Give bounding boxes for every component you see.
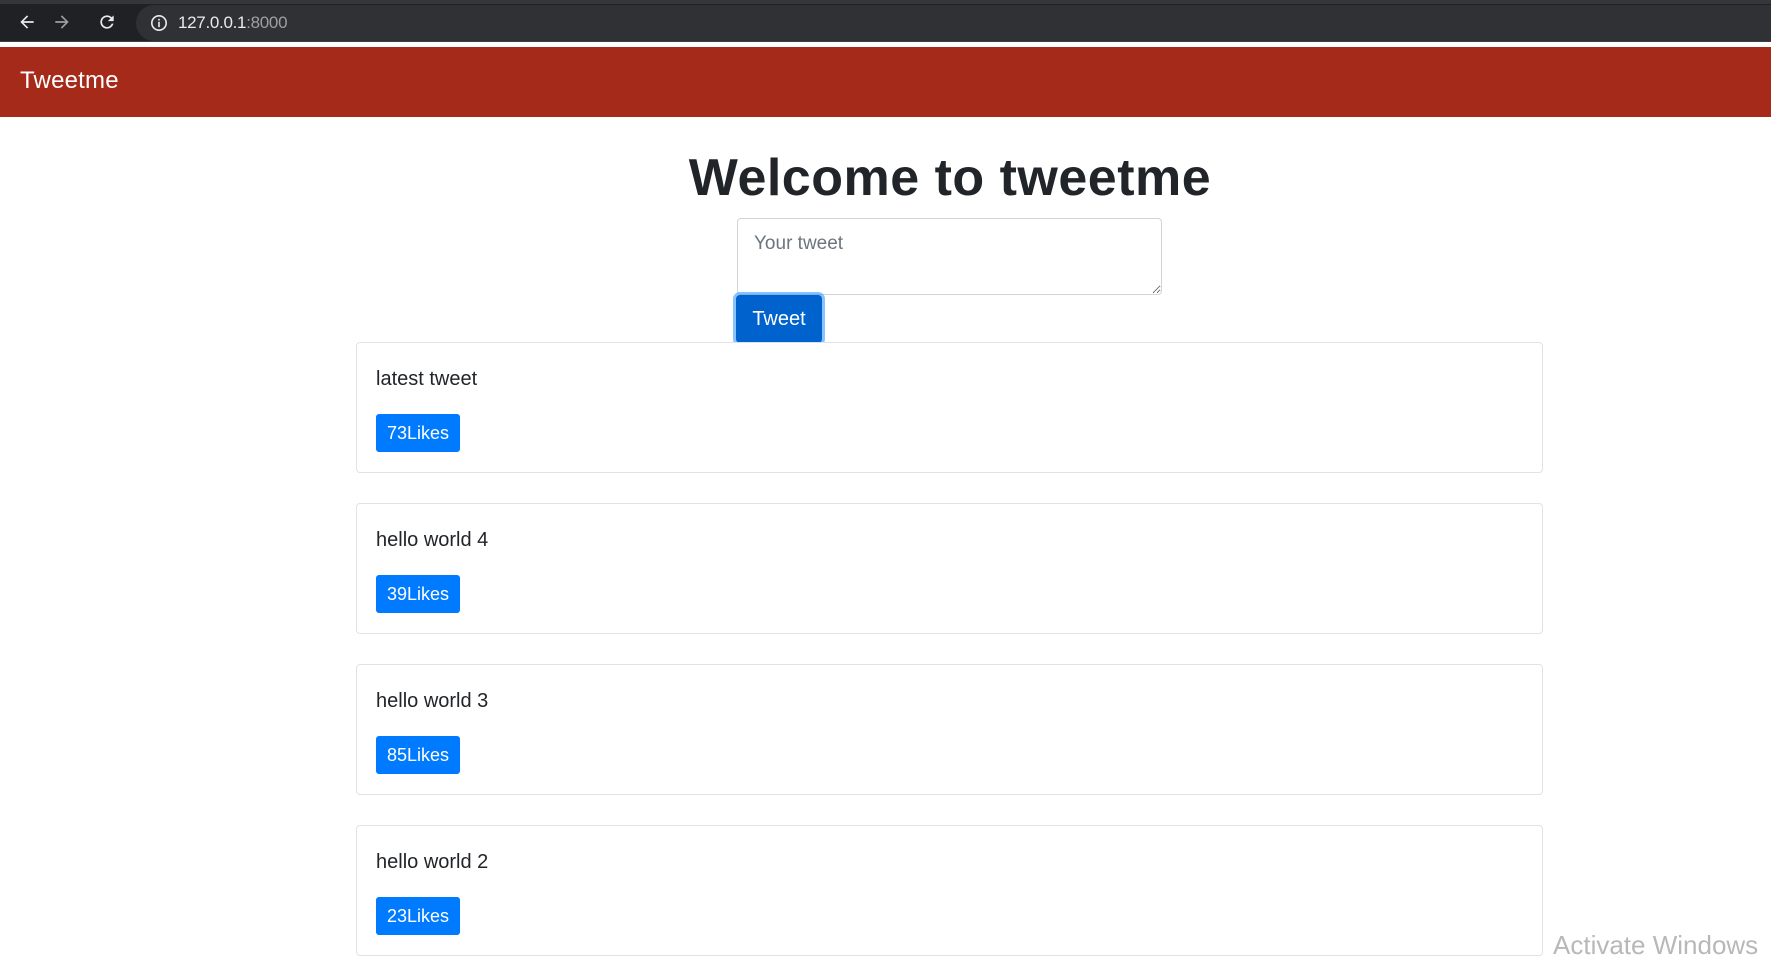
tweet-content: latest tweet xyxy=(376,368,478,390)
info-icon[interactable] xyxy=(150,14,168,32)
navbar-brand[interactable]: Tweetme xyxy=(20,67,119,95)
tweet-card: hello world 4 39Likes xyxy=(356,503,1543,634)
tweet-content: hello world 4 xyxy=(376,529,489,551)
tweet-card: latest tweet 73Likes xyxy=(356,342,1543,473)
page: 127.0.0.1:8000 Tweetme Welcome to tweetm… xyxy=(0,0,1771,956)
tweet-card: hello world 2 23Likes xyxy=(356,825,1543,956)
like-button[interactable]: 23Likes xyxy=(376,897,461,935)
url-host: 127.0.0.1 xyxy=(178,13,247,32)
tweet-button[interactable]: Tweet xyxy=(736,295,822,343)
tweet-content: hello world 2 xyxy=(376,851,489,873)
browser-toolbar: 127.0.0.1:8000 xyxy=(0,0,1771,42)
url-text: 127.0.0.1:8000 xyxy=(178,13,288,33)
tweet-feed: latest tweet 73Likes hello world 4 39Lik… xyxy=(356,342,1543,956)
tweet-input[interactable] xyxy=(737,218,1162,295)
activate-windows-watermark: Activate Windows xyxy=(1553,930,1759,956)
forward-arrow-icon[interactable] xyxy=(49,9,75,35)
tweet-content: hello world 3 xyxy=(376,690,489,712)
address-bar[interactable]: 127.0.0.1:8000 xyxy=(136,5,1771,41)
like-button[interactable]: 73Likes xyxy=(376,414,461,452)
navbar: Tweetme xyxy=(0,47,1771,117)
page-title: Welcome to tweetme xyxy=(688,149,1212,207)
back-arrow-icon[interactable] xyxy=(14,9,40,35)
tweet-card: hello world 3 85Likes xyxy=(356,664,1543,795)
browser-tab-strip xyxy=(0,0,1771,4)
reload-icon[interactable] xyxy=(94,9,120,35)
like-button[interactable]: 85Likes xyxy=(376,736,461,774)
like-button[interactable]: 39Likes xyxy=(376,575,461,613)
url-port: :8000 xyxy=(246,13,288,32)
